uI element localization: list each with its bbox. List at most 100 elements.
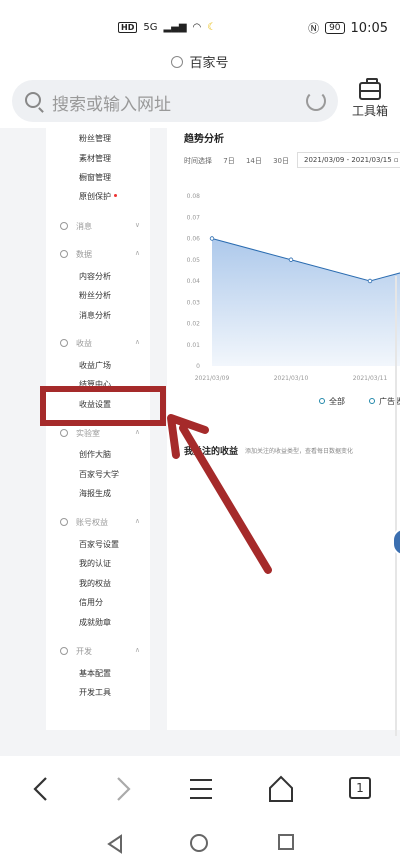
system-recent-button[interactable] bbox=[278, 834, 294, 850]
group-title: 数据 bbox=[76, 250, 92, 259]
battery-icon: 90 bbox=[325, 22, 345, 34]
sidebar-item-rights[interactable]: 我的权益 bbox=[79, 578, 111, 589]
data-point[interactable] bbox=[209, 236, 215, 241]
floating-assistant-button[interactable] bbox=[392, 528, 400, 556]
chevron-up-icon: ∧ bbox=[134, 249, 140, 257]
toolbox-button[interactable]: 工具箱 bbox=[348, 78, 392, 124]
y-tick-label: 0.06 bbox=[187, 236, 201, 243]
red-dot-badge bbox=[114, 194, 117, 197]
pie-chart-icon bbox=[60, 250, 68, 258]
y-tick-label: 0.03 bbox=[187, 299, 201, 306]
scrollbar[interactable] bbox=[395, 276, 397, 736]
hd-badge: HD bbox=[118, 22, 138, 33]
legend-item-all[interactable]: 全部 bbox=[319, 396, 345, 407]
sidebar-item-account-settings[interactable]: 百家号设置 bbox=[79, 539, 119, 550]
trend-chart: 0.08 0.07 0.06 0.05 0.04 0.03 0.02 0.01 0 2021/03… bbox=[187, 193, 400, 382]
sidebar-group-account[interactable]: 账号权益 ∧ bbox=[60, 517, 140, 528]
y-tick-label: 0.08 bbox=[187, 193, 201, 200]
network-label: 5G bbox=[143, 22, 158, 33]
sidebar-item-credit[interactable]: 信用分 bbox=[79, 597, 103, 608]
time-select-label: 时间选择 bbox=[184, 157, 212, 165]
sidebar-item-dev-tools[interactable]: 开发工具 bbox=[79, 687, 111, 698]
legend-label: 全部 bbox=[329, 397, 345, 406]
y-tick-label: 0.02 bbox=[187, 321, 201, 328]
sidebar-item-fans[interactable]: 粉丝管理 bbox=[79, 133, 111, 144]
income-desc: 添加关注的收益类型，查看每日数据变化 bbox=[245, 448, 354, 455]
sidebar-group-dev[interactable]: 开发 ∧ bbox=[60, 646, 140, 657]
x-tick-label: 2021/03/09 bbox=[195, 375, 230, 382]
group-title: 账号权益 bbox=[76, 518, 108, 527]
menu-button[interactable] bbox=[182, 774, 222, 804]
sidebar-item-creative-brain[interactable]: 创作大脑 bbox=[79, 449, 111, 460]
status-left: HD 5G ▂▄▆ ◠ ☾ bbox=[118, 22, 216, 33]
y-tick-label: 0.05 bbox=[187, 257, 201, 264]
wifi-icon: ◠ bbox=[192, 22, 202, 33]
sidebar-item-fans-analysis[interactable]: 粉丝分析 bbox=[79, 290, 111, 301]
system-back-button[interactable] bbox=[105, 834, 125, 854]
data-point[interactable] bbox=[288, 257, 294, 262]
y-tick-label: 0.07 bbox=[187, 214, 201, 221]
time-select-row: 时间选择 7日 14日 30日 bbox=[184, 156, 298, 166]
x-tick-label: 2021/03/11 bbox=[353, 375, 388, 382]
flask-icon bbox=[60, 429, 68, 437]
sidebar-item-certification[interactable]: 我的认证 bbox=[79, 558, 111, 569]
search-placeholder: 搜索或输入网址 bbox=[52, 95, 171, 115]
back-button[interactable] bbox=[22, 774, 62, 804]
forward-button[interactable] bbox=[102, 774, 142, 804]
refresh-icon[interactable] bbox=[306, 91, 326, 111]
legend-ring-icon bbox=[369, 398, 375, 404]
series-area-all bbox=[212, 238, 400, 366]
status-right: Ⓝ 90 10:05 bbox=[308, 20, 388, 36]
chevron-up-icon: ∧ bbox=[134, 338, 140, 346]
sidebar-group-messages[interactable]: 消息 ∨ bbox=[60, 221, 140, 232]
toolbox-label: 工具箱 bbox=[351, 104, 388, 118]
sidebar-item-medals[interactable]: 成就勋章 bbox=[79, 617, 111, 628]
sidebar-item-original[interactable]: 原创保护 bbox=[79, 191, 117, 202]
globe-icon bbox=[171, 56, 184, 68]
home-button[interactable] bbox=[262, 774, 302, 804]
account-icon bbox=[60, 518, 68, 526]
bell-icon bbox=[60, 222, 68, 230]
data-point[interactable] bbox=[367, 278, 373, 284]
chevron-down-icon: ∨ bbox=[134, 221, 140, 229]
y-tick-label: 0 bbox=[196, 363, 200, 370]
sidebar-item-showcase[interactable]: 橱窗管理 bbox=[79, 172, 111, 183]
bottom-nav-bar: 1 bbox=[0, 756, 400, 866]
chevron-up-icon: ∧ bbox=[134, 517, 140, 525]
sidebar-group-data[interactable]: 数据 ∧ bbox=[60, 249, 140, 260]
sidebar-item-poster[interactable]: 海报生成 bbox=[79, 488, 111, 499]
tabs-button[interactable]: 1 bbox=[349, 777, 371, 799]
sidebar-item-university[interactable]: 百家号大学 bbox=[79, 469, 119, 480]
status-time: 10:05 bbox=[350, 20, 388, 36]
annotation-highlight-box bbox=[40, 386, 166, 426]
legend-ring-icon bbox=[319, 398, 325, 404]
search-input[interactable]: 搜索或输入网址 bbox=[12, 80, 338, 122]
search-icon bbox=[25, 92, 41, 108]
sidebar-group-income[interactable]: 收益 ∧ bbox=[60, 338, 140, 349]
y-tick-label: 0.01 bbox=[187, 342, 201, 349]
sidebar-item-materials[interactable]: 素材管理 bbox=[79, 153, 111, 164]
calendar-icon: ▫ bbox=[393, 156, 399, 164]
chevron-up-icon: ∧ bbox=[134, 646, 140, 654]
sidebar-item-income-square[interactable]: 收益广场 bbox=[79, 360, 111, 371]
coin-icon bbox=[60, 339, 68, 347]
date-range-picker[interactable]: 2021/03/09 - 2021/03/15 ▫ bbox=[297, 152, 400, 168]
time-option-7d[interactable]: 7日 bbox=[223, 157, 234, 165]
date-range-text: 2021/03/09 - 2021/03/15 bbox=[304, 156, 392, 164]
toolbox-icon bbox=[359, 78, 381, 100]
x-tick-label: 2021/03/10 bbox=[274, 375, 309, 382]
site-title: 百家号 bbox=[0, 52, 400, 71]
chevron-up-icon: ∧ bbox=[134, 428, 140, 436]
time-option-30d[interactable]: 30日 bbox=[273, 157, 289, 165]
code-icon bbox=[60, 647, 68, 655]
sidebar-item-basic-config[interactable]: 基本配置 bbox=[79, 668, 111, 679]
sidebar-item-content-analysis[interactable]: 内容分析 bbox=[79, 271, 111, 282]
sidebar-group-lab[interactable]: 实验室 ∧ bbox=[60, 428, 140, 439]
sidebar-item-message-analysis[interactable]: 消息分析 bbox=[79, 310, 111, 321]
moon-icon: ☾ bbox=[207, 22, 217, 33]
system-home-button[interactable] bbox=[190, 834, 208, 852]
status-bar: HD 5G ▂▄▆ ◠ ☾ Ⓝ 90 10:05 bbox=[0, 0, 400, 52]
group-title: 实验室 bbox=[76, 429, 100, 438]
income-title: 我关注的收益 bbox=[184, 447, 239, 457]
time-option-14d[interactable]: 14日 bbox=[246, 157, 262, 165]
